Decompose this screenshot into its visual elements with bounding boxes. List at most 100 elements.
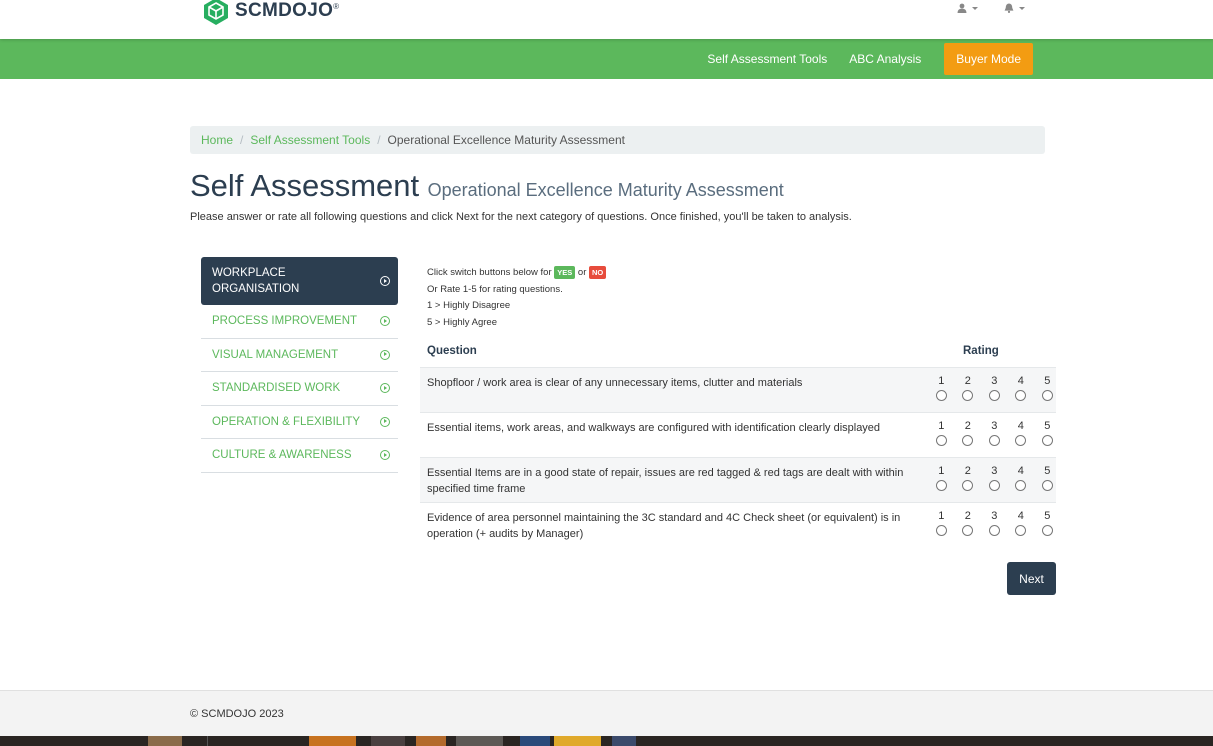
rating-option[interactable]: 4	[1008, 375, 1035, 404]
sidebar-item-label: OPERATION & FLEXIBILITY	[212, 415, 361, 428]
rating-radio[interactable]	[1015, 435, 1027, 446]
brand-logo[interactable]: SCMDOJO®	[202, 0, 339, 25]
rating-number: 4	[1017, 420, 1024, 432]
taskbar-app-icon[interactable]	[148, 736, 182, 746]
rating-option[interactable]: 1	[928, 510, 955, 539]
sidebar-item-label: WORKPLACE ORGANISATION	[212, 267, 300, 295]
rating-radio[interactable]	[1015, 390, 1027, 401]
rating-radio[interactable]	[988, 390, 1000, 401]
rating-number: 4	[1017, 375, 1024, 387]
table-row: Evidence of area personnel maintaining t…	[420, 502, 1056, 547]
sidebar-item-visual-management[interactable]: VISUAL MANAGEMENT	[201, 339, 398, 372]
rating-option[interactable]: 5	[1034, 510, 1061, 539]
rating-radio[interactable]	[1041, 525, 1053, 536]
rating-option[interactable]: 5	[1034, 465, 1061, 494]
rating-option[interactable]: 1	[928, 375, 955, 404]
rating-option[interactable]: 2	[955, 510, 982, 539]
rating-radio[interactable]	[962, 480, 974, 491]
sidebar-item-operation-flexibility[interactable]: OPERATION & FLEXIBILITY	[201, 406, 398, 439]
rating-option[interactable]: 4	[1008, 420, 1035, 449]
rating-radio[interactable]	[962, 525, 974, 536]
rating-option[interactable]: 4	[1008, 465, 1035, 494]
rating-option[interactable]: 5	[1034, 420, 1061, 449]
brand-name: SCMDOJO®	[235, 0, 339, 22]
arrow-circle-right-icon	[380, 383, 390, 394]
sidebar-item-standardised-work[interactable]: STANDARDISED WORK	[201, 372, 398, 406]
main-navbar: Self Assessment Tools ABC Analysis Buyer…	[0, 39, 1213, 79]
rating-radio[interactable]	[935, 390, 947, 401]
user-icon	[957, 3, 967, 13]
rating-option[interactable]: 3	[981, 375, 1008, 404]
rating-radio[interactable]	[988, 480, 1000, 491]
rating-option[interactable]: 3	[981, 420, 1008, 449]
rating-radio[interactable]	[988, 525, 1000, 536]
rating-radio[interactable]	[1015, 525, 1027, 536]
rating-radio[interactable]	[1041, 390, 1053, 401]
rating-radio[interactable]	[1041, 480, 1053, 491]
taskbar-app-icon[interactable]	[309, 736, 356, 746]
arrow-circle-right-icon	[380, 349, 390, 360]
sidebar-item-workplace-organisation[interactable]: WORKPLACE ORGANISATION	[201, 257, 398, 305]
rating-option[interactable]: 2	[955, 465, 982, 494]
user-menu[interactable]	[957, 3, 978, 13]
rating-option[interactable]: 1	[928, 465, 955, 494]
rating-radio[interactable]	[962, 435, 974, 446]
rating-number: 1	[938, 465, 945, 477]
rating-radio[interactable]	[1015, 480, 1027, 491]
top-header: SCMDOJO®	[0, 0, 1213, 39]
footer-copyright: © SCMDOJO 2023	[190, 708, 284, 720]
breadcrumb-tools[interactable]: Self Assessment Tools	[250, 133, 370, 147]
nav-links: Self Assessment Tools ABC Analysis Buyer…	[696, 43, 1033, 75]
rating-number: 4	[1017, 465, 1024, 477]
rating-option[interactable]: 5	[1034, 375, 1061, 404]
question-text: Evidence of area personnel maintaining t…	[427, 512, 901, 540]
rating-option[interactable]: 4	[1008, 510, 1035, 539]
sidebar-item-label: STANDARDISED WORK	[212, 382, 341, 395]
rating-radio[interactable]	[935, 435, 947, 446]
sidebar-item-culture-awareness[interactable]: CULTURE & AWARENESS	[201, 439, 398, 473]
rating-number: 5	[1044, 375, 1051, 387]
table-row: Shopfloor / work area is clear of any un…	[420, 367, 1056, 412]
rating-option[interactable]: 2	[955, 420, 982, 449]
notifications-menu[interactable]	[1004, 3, 1025, 13]
rating-radio[interactable]	[988, 435, 1000, 446]
question-text: Essential Items are in a good state of r…	[427, 467, 904, 495]
breadcrumb-current: Operational Excellence Maturity Assessme…	[387, 133, 625, 147]
question-text: Shopfloor / work area is clear of any un…	[427, 377, 803, 389]
rating-number: 3	[991, 510, 998, 522]
brand-name-text: SCMDOJO	[235, 0, 334, 21]
breadcrumb-home[interactable]: Home	[201, 133, 233, 147]
rating-radio[interactable]	[935, 525, 947, 536]
nav-abc-analysis[interactable]: ABC Analysis	[838, 52, 932, 66]
taskbar-app-icon[interactable]	[612, 736, 636, 746]
next-button[interactable]: Next	[1007, 562, 1056, 595]
taskbar-app-icon[interactable]	[416, 736, 446, 746]
taskbar-app-icon[interactable]	[456, 736, 503, 746]
rating-radio[interactable]	[962, 390, 974, 401]
arrow-circle-right-icon	[380, 416, 390, 427]
questions-table: Question Rating Shopfloor / work area is…	[420, 343, 1056, 547]
instruction-line-2: Or Rate 1-5 for rating questions.	[427, 283, 563, 295]
nav-self-assessment-tools[interactable]: Self Assessment Tools	[696, 52, 838, 66]
sidebar-item-label: PROCESS IMPROVEMENT	[212, 315, 358, 328]
rating-radio[interactable]	[1041, 435, 1053, 446]
sidebar-item-process-improvement[interactable]: PROCESS IMPROVEMENT	[201, 305, 398, 339]
rating-number: 2	[964, 420, 971, 432]
registered-mark: ®	[333, 2, 340, 11]
rating-option[interactable]: 3	[981, 510, 1008, 539]
rating-option[interactable]: 3	[981, 465, 1008, 494]
rating-instructions: Click switch buttons below for YES or NO…	[427, 265, 607, 331]
rating-group: 1 2 3 4 5	[928, 465, 1061, 494]
rating-option[interactable]: 2	[955, 375, 982, 404]
taskbar-app-icon[interactable]	[371, 736, 405, 746]
bell-icon	[1004, 3, 1014, 13]
taskbar-app-icon[interactable]	[520, 736, 550, 746]
taskbar-app-icon[interactable]	[554, 736, 601, 746]
column-header-rating: Rating	[963, 345, 999, 357]
rating-number: 5	[1044, 510, 1051, 522]
rating-option[interactable]: 1	[928, 420, 955, 449]
rating-radio[interactable]	[935, 480, 947, 491]
category-sidebar: WORKPLACE ORGANISATION PROCESS IMPROVEME…	[201, 257, 398, 473]
buyer-mode-button[interactable]: Buyer Mode	[944, 43, 1033, 75]
chevron-down-icon	[1019, 6, 1025, 10]
